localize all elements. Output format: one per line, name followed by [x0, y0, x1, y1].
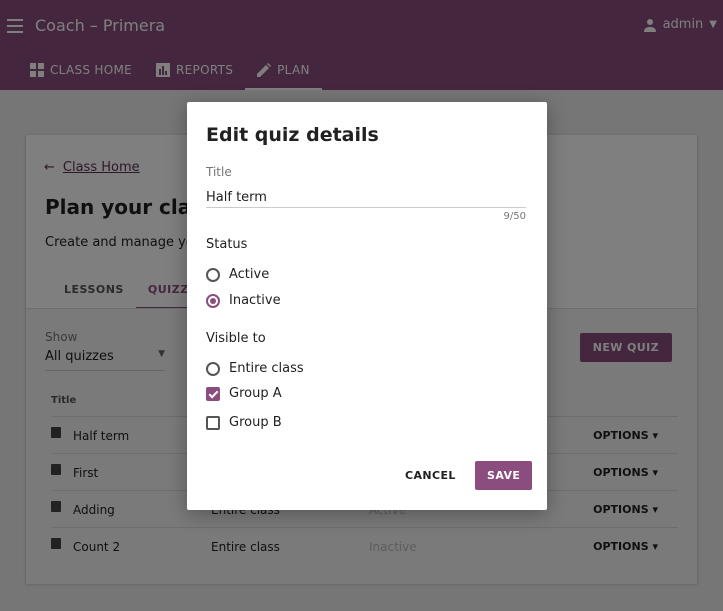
- dialog-title: Edit quiz details: [206, 124, 379, 146]
- status-option-active[interactable]: Active: [206, 267, 269, 282]
- radio-button[interactable]: [206, 267, 220, 282]
- visible-option-label: Group A: [229, 386, 282, 401]
- visible-option-label: Entire class: [229, 361, 304, 376]
- cancel-button[interactable]: CANCEL: [394, 461, 467, 490]
- visible-option-group-b[interactable]: Group B: [206, 415, 282, 430]
- character-counter: 9/50: [503, 211, 526, 222]
- title-input[interactable]: [206, 187, 526, 208]
- visible-option-entire-class[interactable]: Entire class: [206, 361, 304, 376]
- status-option-label: Inactive: [229, 293, 281, 308]
- checkbox[interactable]: [206, 415, 220, 430]
- checkbox-checked[interactable]: [206, 386, 220, 401]
- visible-option-label: Group B: [229, 415, 282, 430]
- radio-button-selected[interactable]: [206, 293, 220, 308]
- radio-button[interactable]: [206, 361, 220, 376]
- visible-to-label: Visible to: [206, 331, 266, 346]
- status-option-inactive[interactable]: Inactive: [206, 293, 281, 308]
- status-option-label: Active: [229, 267, 270, 282]
- title-field-label: Title: [206, 165, 232, 179]
- edit-quiz-dialog: Edit quiz details Title 9/50 Status Acti…: [187, 102, 547, 510]
- save-button[interactable]: SAVE: [475, 461, 533, 490]
- status-label: Status: [206, 237, 248, 252]
- visible-option-group-a[interactable]: Group A: [206, 386, 282, 401]
